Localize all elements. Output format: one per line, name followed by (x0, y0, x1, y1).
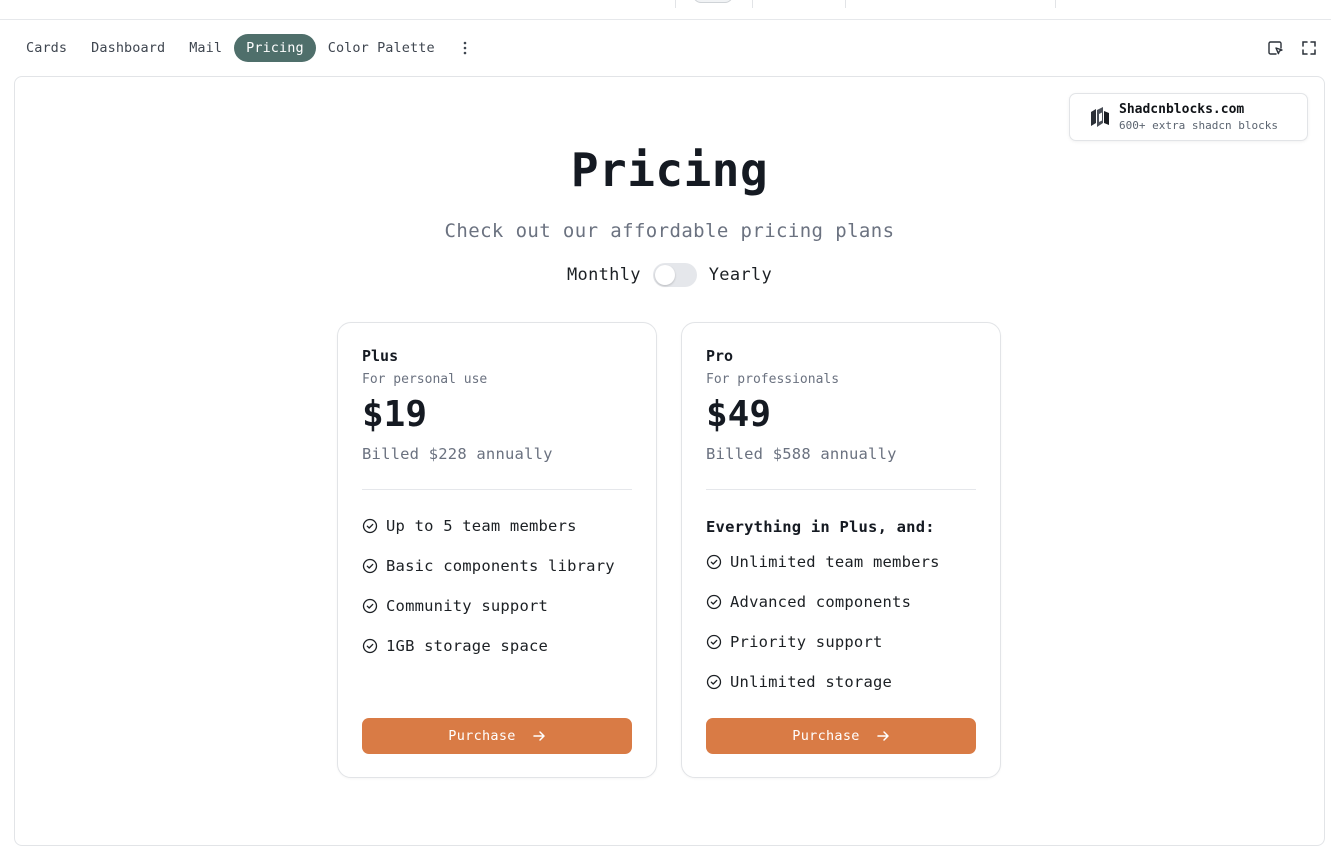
plan-name: Plus (362, 347, 399, 365)
plan-billed-note: Billed $588 annually (706, 445, 897, 463)
arrow-right-icon (532, 731, 545, 741)
plan-card-pro: Pro For professionals $49 Billed $588 an… (681, 322, 1001, 778)
promo-subtitle: 600+ extra shadcn blocks (1119, 118, 1278, 132)
purchase-button-label: Purchase (448, 728, 516, 744)
feature-label: Basic components library (386, 557, 615, 575)
check-circle-icon (362, 518, 378, 534)
top-toolbar-strip (0, 0, 1331, 20)
feature-list: Up to 5 team members Basic components li… (362, 506, 632, 666)
switch-thumb (654, 265, 675, 285)
check-circle-icon (362, 638, 378, 654)
feature-label: Up to 5 team members (386, 517, 577, 535)
feature-label: Advanced components (730, 593, 912, 611)
plan-name: Pro (706, 347, 734, 365)
plan-billed-note: Billed $228 annually (362, 445, 553, 463)
toolbar-divider (675, 0, 676, 8)
check-circle-icon (362, 598, 378, 614)
feature-label: Priority support (730, 633, 883, 651)
billing-period-switch[interactable] (652, 263, 697, 287)
arrow-right-icon (876, 731, 889, 741)
card-divider (362, 489, 632, 490)
preview-frame: Shadcnblocks.com 600+ extra shadcn block… (14, 76, 1325, 846)
feature-item: Basic components library (362, 546, 632, 586)
feature-item: Community support (362, 586, 632, 626)
yearly-label: Yearly (708, 265, 772, 285)
check-circle-icon (706, 554, 722, 570)
feature-label: Unlimited team members (730, 553, 940, 571)
tab-mail[interactable]: Mail (177, 34, 234, 62)
tab-pricing[interactable]: Pricing (234, 34, 316, 62)
toolbar-divider (1055, 0, 1056, 8)
tab-color-palette[interactable]: Color Palette (316, 34, 447, 62)
feature-label: 1GB storage space (386, 637, 549, 655)
purchase-button[interactable]: Purchase (362, 718, 632, 754)
cursor-select-icon[interactable] (1265, 38, 1285, 58)
check-circle-icon (706, 634, 722, 650)
purchase-button[interactable]: Purchase (706, 718, 976, 754)
feature-item: 1GB storage space (362, 626, 632, 666)
plan-price: $49 (706, 394, 772, 435)
toolbar-divider (752, 0, 753, 8)
promo-title: Shadcnblocks.com (1119, 101, 1245, 117)
check-circle-icon (706, 594, 722, 610)
monthly-label: Monthly (567, 265, 641, 285)
plan-description: For personal use (362, 372, 488, 387)
shadcnblocks-logo (1091, 107, 1109, 127)
feature-list: Unlimited team members Advanced componen… (706, 542, 976, 702)
check-circle-icon (706, 674, 722, 690)
feature-item: Unlimited storage (706, 662, 976, 702)
example-tabs: Cards Dashboard Mail Pricing Color Palet… (14, 34, 477, 62)
fullscreen-icon[interactable] (1299, 38, 1319, 58)
feature-item: Unlimited team members (706, 542, 976, 582)
toolbar-toggle[interactable] (693, 0, 733, 3)
purchase-button-label: Purchase (792, 728, 860, 744)
check-circle-icon (362, 558, 378, 574)
feature-item: Priority support (706, 622, 976, 662)
feature-label: Unlimited storage (730, 673, 893, 691)
tab-cards[interactable]: Cards (14, 34, 79, 62)
feature-label: Community support (386, 597, 549, 615)
shadcnblocks-promo[interactable]: Shadcnblocks.com 600+ extra shadcn block… (1069, 93, 1308, 141)
card-divider (706, 489, 976, 490)
tab-dashboard[interactable]: Dashboard (79, 34, 177, 62)
more-vertical-icon[interactable] (453, 34, 477, 62)
toolbar-divider (845, 0, 846, 8)
plan-description: For professionals (706, 372, 840, 387)
feature-item: Advanced components (706, 582, 976, 622)
features-heading: Everything in Plus, and: (706, 518, 935, 536)
page-title: Pricing (570, 143, 769, 197)
page-subtitle: Check out our affordable pricing plans (444, 220, 895, 242)
feature-item: Up to 5 team members (362, 506, 632, 546)
plan-price: $19 (362, 394, 428, 435)
plan-card-plus: Plus For personal use $19 Billed $228 an… (337, 322, 657, 778)
billing-toggle-row: Monthly Yearly (15, 263, 1324, 287)
